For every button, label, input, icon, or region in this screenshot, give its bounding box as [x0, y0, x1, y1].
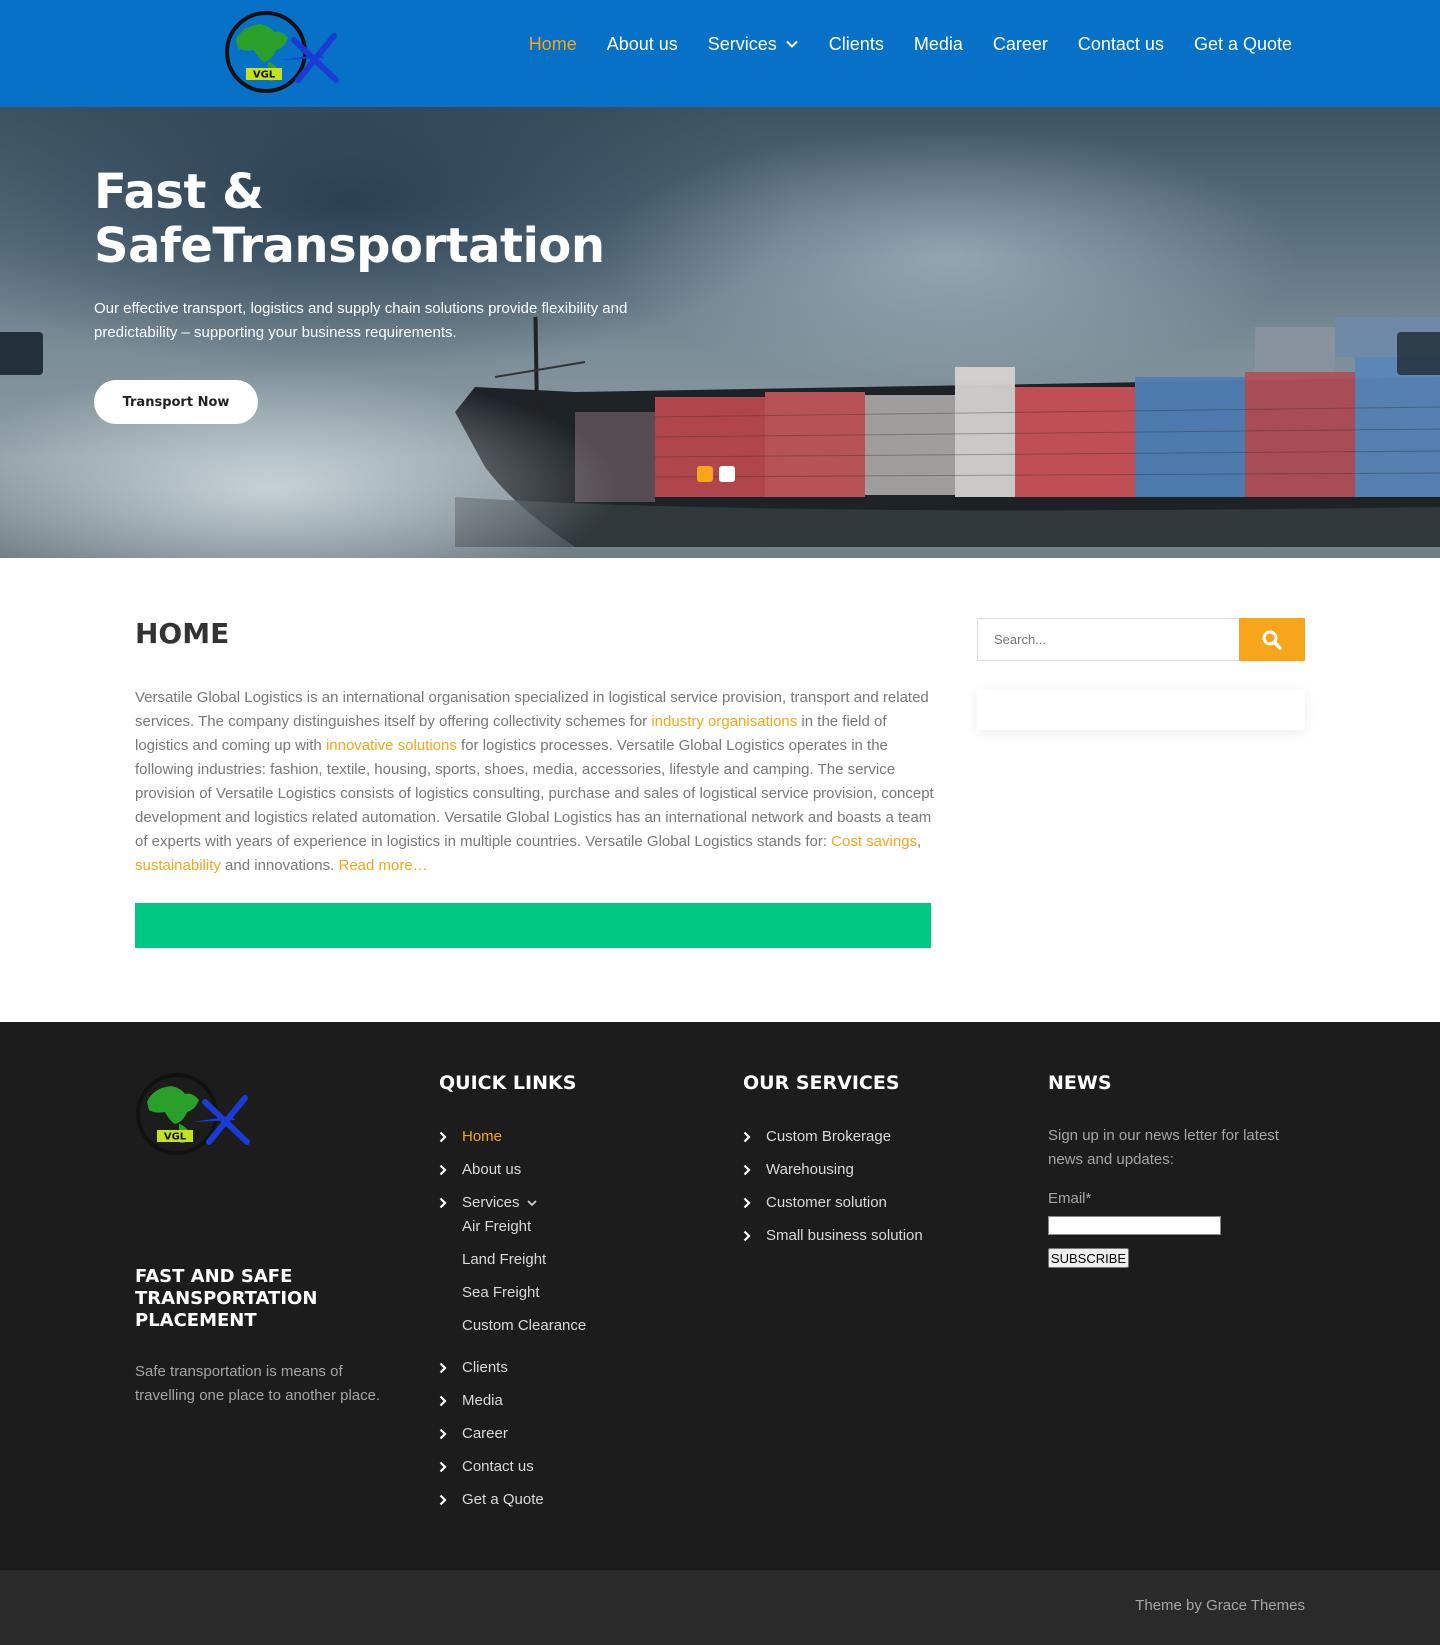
footer-link-home[interactable]: Home: [439, 1128, 502, 1145]
page-title: HOME: [135, 617, 230, 650]
link-industry-organisations[interactable]: industry organisations: [651, 713, 797, 730]
chevron-right-icon: [743, 1197, 751, 1208]
footer-service-label: Custom Brokerage: [766, 1128, 892, 1145]
chevron-down-icon: [786, 40, 798, 48]
nav-contact-us[interactable]: Contact us: [1078, 30, 1164, 58]
sidebar-widget: [977, 690, 1305, 730]
our-services-title: OUR SERVICES: [743, 1072, 900, 1094]
nav-services[interactable]: Services: [708, 30, 799, 58]
footer-service-label: Small business solution: [766, 1227, 923, 1244]
footer-vgl-logo[interactable]: VGL: [135, 1072, 251, 1156]
link-cost-savings[interactable]: Cost savings: [831, 833, 917, 850]
chevron-right-icon: [439, 1461, 447, 1472]
footer-tagline: FAST AND SAFE TRANSPORTATION PLACEMENT: [135, 1266, 318, 1331]
footer-link-media[interactable]: Media: [439, 1392, 503, 1409]
nav-about-us[interactable]: About us: [607, 30, 678, 58]
footer-service-label: Customer solution: [766, 1194, 887, 1211]
chevron-right-icon: [439, 1197, 447, 1208]
footer-link-label: Get a Quote: [462, 1491, 544, 1508]
chevron-right-icon: [743, 1230, 751, 1241]
footer-link-label: Contact us: [462, 1458, 534, 1475]
read-more-link[interactable]: Read more…: [338, 857, 427, 874]
slider-dots: [697, 466, 735, 482]
credit-prefix: Theme by: [1135, 1597, 1207, 1614]
chevron-right-icon: [439, 1395, 447, 1406]
footer-link-label: Media: [462, 1392, 503, 1409]
footer-link-label: Services: [462, 1194, 520, 1211]
chevron-right-icon: [439, 1428, 447, 1439]
footer-sub-air-freight[interactable]: Air Freight: [462, 1218, 531, 1235]
footer-sub-sea-freight[interactable]: Sea Freight: [462, 1284, 540, 1301]
chevron-right-icon: [439, 1164, 447, 1175]
footer-tagline-text: Safe transportation is means of travelli…: [135, 1363, 381, 1404]
news-title: NEWS: [1048, 1072, 1112, 1094]
hero-title-line1: Fast &: [94, 164, 264, 220]
hero-subtitle: Our effective transport, logistics and s…: [94, 300, 628, 341]
hero-title-line2: SafeTransportation: [94, 218, 605, 274]
footer-sub-custom-clearance[interactable]: Custom Clearance: [462, 1317, 586, 1334]
footer-service-custom-brokerage[interactable]: Custom Brokerage: [743, 1128, 891, 1145]
slider-prev-arrow[interactable]: [0, 332, 43, 375]
search-button[interactable]: [1239, 618, 1305, 661]
nav-get-a-quote[interactable]: Get a Quote: [1194, 30, 1292, 58]
search-icon: [1262, 630, 1282, 650]
nav-career[interactable]: Career: [993, 30, 1048, 58]
main-nav: Home About us Services Clients Media Car…: [499, 30, 1292, 58]
chevron-right-icon: [439, 1494, 447, 1505]
grace-themes-link[interactable]: Grace Themes: [1206, 1597, 1305, 1614]
slider-next-arrow[interactable]: [1397, 332, 1440, 375]
green-banner: [135, 903, 931, 948]
svg-text:VGL: VGL: [253, 70, 276, 81]
footer-link-label: About us: [462, 1161, 522, 1178]
nav-services-label: Services: [707, 33, 777, 54]
email-label: Email*: [1048, 1190, 1092, 1207]
footer-link-label: Clients: [462, 1359, 508, 1376]
footer-link-label: Home: [462, 1128, 503, 1145]
nav-clients[interactable]: Clients: [829, 30, 884, 58]
subscribe-button[interactable]: SUBSCRIBE: [1048, 1248, 1129, 1268]
site-header: VGL Home About us Services Clients Media…: [0, 0, 1440, 107]
chevron-right-icon: [439, 1131, 447, 1142]
chevron-right-icon: [439, 1362, 447, 1373]
hero-title: Fast & SafeTransportation: [94, 165, 694, 273]
hero-slider: Fast & SafeTransportation Our effective …: [0, 107, 1440, 558]
footer-link-label: Career: [462, 1425, 508, 1442]
theme-credit: Theme by Grace Themes: [1135, 1597, 1305, 1614]
footer-link-career[interactable]: Career: [439, 1425, 508, 1442]
search-form: [977, 618, 1305, 661]
footer-service-small-business-solution[interactable]: Small business solution: [743, 1227, 923, 1244]
nav-media[interactable]: Media: [914, 30, 963, 58]
slider-dot-2[interactable]: [719, 466, 735, 482]
email-input[interactable]: [1048, 1216, 1221, 1235]
svg-text:VGL: VGL: [164, 1132, 187, 1143]
news-text: Sign up in our news letter for latest ne…: [1048, 1127, 1279, 1168]
intro-text-4: and innovations.: [220, 857, 339, 874]
intro-separator: ,: [917, 833, 922, 850]
footer-link-contact-us[interactable]: Contact us: [439, 1458, 534, 1475]
footer-sub-land-freight[interactable]: Land Freight: [462, 1251, 546, 1268]
link-innovative-solutions[interactable]: innovative solutions: [326, 737, 457, 754]
footer-service-customer-solution[interactable]: Customer solution: [743, 1194, 887, 1211]
transport-now-button[interactable]: Transport Now: [94, 380, 258, 424]
vgl-logo[interactable]: VGL: [224, 10, 340, 94]
intro-paragraph: Versatile Global Logistics is an interna…: [135, 686, 935, 878]
chevron-right-icon: [743, 1164, 751, 1175]
chevron-right-icon: [743, 1131, 751, 1142]
footer-link-get-a-quote[interactable]: Get a Quote: [439, 1491, 544, 1508]
search-input[interactable]: [977, 618, 1239, 661]
nav-home[interactable]: Home: [529, 30, 577, 58]
quick-links-title: QUICK LINKS: [439, 1072, 577, 1094]
footer-service-label: Warehousing: [766, 1161, 854, 1178]
footer-service-warehousing[interactable]: Warehousing: [743, 1161, 854, 1178]
footer-link-about-us[interactable]: About us: [439, 1161, 521, 1178]
footer-link-clients[interactable]: Clients: [439, 1359, 508, 1376]
chevron-down-icon: [526, 1199, 537, 1206]
link-sustainability[interactable]: sustainability: [135, 857, 221, 874]
slider-dot-1[interactable]: [697, 466, 713, 482]
footer-link-services[interactable]: Services: [439, 1194, 538, 1211]
